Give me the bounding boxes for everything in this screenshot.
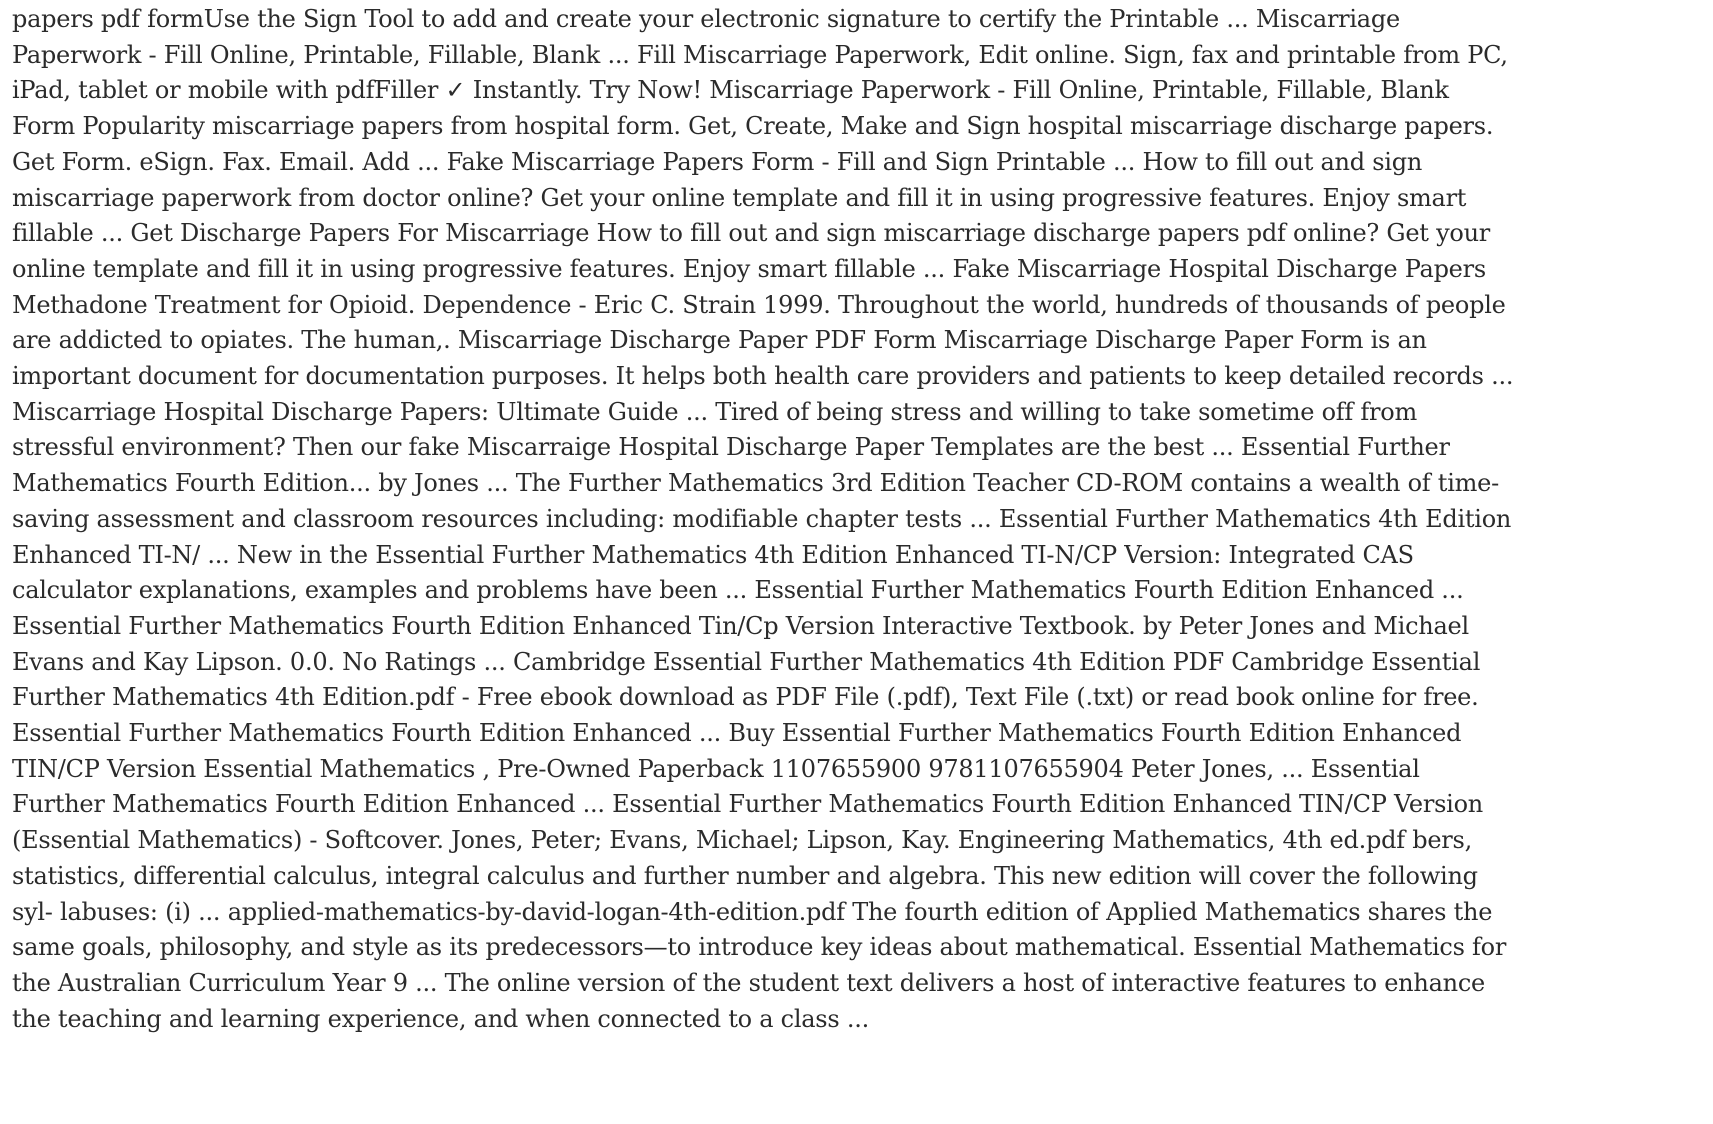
text-line-29: the teaching and learning experience, an… <box>12 1004 869 1033</box>
text-line-3: iPad, tablet or mobile with pdfFiller ✓ … <box>12 76 1449 105</box>
document-page: papers pdf formUse the Sign Tool to add … <box>0 0 1713 1124</box>
text-line-24: (Essential Mathematics) - Softcover. Jon… <box>12 826 1472 855</box>
text-line-5: Get Form. eSign. Fax. Email. Add ... Fak… <box>12 147 1423 176</box>
text-line-15: saving assessment and classroom resource… <box>12 504 1512 533</box>
text-line-7: fillable ... Get Discharge Papers For Mi… <box>12 219 1490 248</box>
text-line-1: papers pdf formUse the Sign Tool to add … <box>12 5 1400 33</box>
text-line-10: are addicted to opiates. The human,. Mis… <box>12 326 1427 355</box>
text-line-2: Paperwork - Fill Online, Printable, Fill… <box>12 40 1508 69</box>
text-line-21: Essential Further Mathematics Fourth Edi… <box>12 719 1462 748</box>
text-line-4: Form Popularity miscarriage papers from … <box>12 112 1494 141</box>
text-line-9: Methadone Treatment for Opioid. Dependen… <box>12 290 1506 319</box>
text-line-25: statistics, differential calculus, integ… <box>12 861 1478 890</box>
text-line-11: important document for documentation pur… <box>12 362 1514 391</box>
text-line-20: Further Mathematics 4th Edition.pdf - Fr… <box>12 683 1479 712</box>
text-line-18: Essential Further Mathematics Fourth Edi… <box>12 611 1469 640</box>
text-line-16: Enhanced TI-N/ ... New in the Essential … <box>12 540 1414 569</box>
text-line-6: miscarriage paperwork from doctor online… <box>12 183 1467 212</box>
text-line-13: stressful environment? Then our fake Mis… <box>12 433 1450 462</box>
text-line-26: syl- labuses: (i) ... applied-mathematic… <box>12 897 1493 926</box>
text-line-14: Mathematics Fourth Edition... by Jones .… <box>12 469 1499 498</box>
text-line-22: TIN/CP Version Essential Mathematics , P… <box>12 754 1420 783</box>
text-line-12: Miscarriage Hospital Discharge Papers: U… <box>12 397 1417 426</box>
text-line-23: Further Mathematics Fourth Edition Enhan… <box>12 790 1483 819</box>
text-line-17: calculator explanations, examples and pr… <box>12 576 1464 605</box>
text-line-27: same goals, philosophy, and style as its… <box>12 933 1507 962</box>
text-line-19: Evans and Kay Lipson. 0.0. No Ratings ..… <box>12 647 1481 676</box>
body-paragraph: papers pdf formUse the Sign Tool to add … <box>12 2 1703 1037</box>
text-line-28: the Australian Curriculum Year 9 ... The… <box>12 968 1485 997</box>
text-line-8: online template and fill it in using pro… <box>12 254 1486 283</box>
